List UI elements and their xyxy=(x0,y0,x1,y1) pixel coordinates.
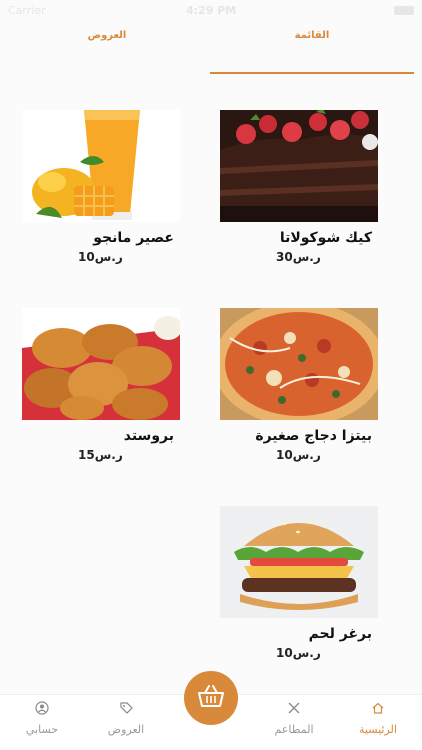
nav-restaurants-label: المطاعم xyxy=(274,723,314,736)
product-card[interactable]: كيك شوكولاتا 30ر.س xyxy=(220,110,378,264)
product-name: كيك شوكولاتا xyxy=(279,230,372,246)
tag-icon xyxy=(86,701,166,719)
nav-home[interactable]: الرئيسية xyxy=(338,701,418,736)
battery-icon xyxy=(394,6,414,15)
beef-burger-image xyxy=(220,506,378,618)
product-card[interactable]: عصير مانجو 10ر.س xyxy=(22,110,180,264)
status-time: 4:29 PM xyxy=(186,4,237,17)
tab-bar: العروض القائمة xyxy=(0,22,422,76)
chocolate-cake-image xyxy=(220,110,378,222)
user-circle-icon xyxy=(2,701,82,719)
nav-account[interactable]: حسابي xyxy=(2,701,82,736)
chicken-pizza-image xyxy=(220,308,378,420)
nav-offers-label: العروض xyxy=(107,723,145,736)
nav-account-label: حسابي xyxy=(25,723,59,736)
nav-home-label: الرئيسية xyxy=(359,723,397,736)
utensils-icon xyxy=(254,701,334,719)
nav-restaurants[interactable]: المطاعم xyxy=(254,701,334,736)
tab-offers[interactable]: العروض xyxy=(60,30,154,41)
product-card[interactable]: بيتزا دجاج صغيرة 10ر.س xyxy=(220,308,378,462)
basket-icon xyxy=(196,683,226,713)
tab-indicator xyxy=(210,72,414,74)
product-price: 10ر.س xyxy=(276,646,321,660)
product-price: 15ر.س xyxy=(78,448,123,462)
product-price: 30ر.س xyxy=(276,250,321,264)
fried-chicken-image xyxy=(22,308,180,420)
product-card[interactable]: برغر لحم 10ر.س xyxy=(220,506,378,660)
carrier-label: Carrier xyxy=(8,4,46,17)
product-name: عصير مانجو xyxy=(93,230,174,246)
cart-button[interactable] xyxy=(184,671,238,725)
mango-juice-image xyxy=(22,110,180,222)
nav-offers[interactable]: العروض xyxy=(86,701,166,736)
status-bar: Carrier 4:29 PM xyxy=(0,0,422,22)
product-name: بيتزا دجاج صغيرة xyxy=(255,428,372,444)
home-icon xyxy=(338,701,418,719)
product-name: بروستد xyxy=(123,428,174,444)
product-price: 10ر.س xyxy=(78,250,123,264)
product-card[interactable]: بروستد 15ر.س xyxy=(22,308,180,462)
product-name: برغر لحم xyxy=(308,626,372,642)
tab-menu[interactable]: القائمة xyxy=(265,30,359,41)
product-price: 10ر.س xyxy=(276,448,321,462)
